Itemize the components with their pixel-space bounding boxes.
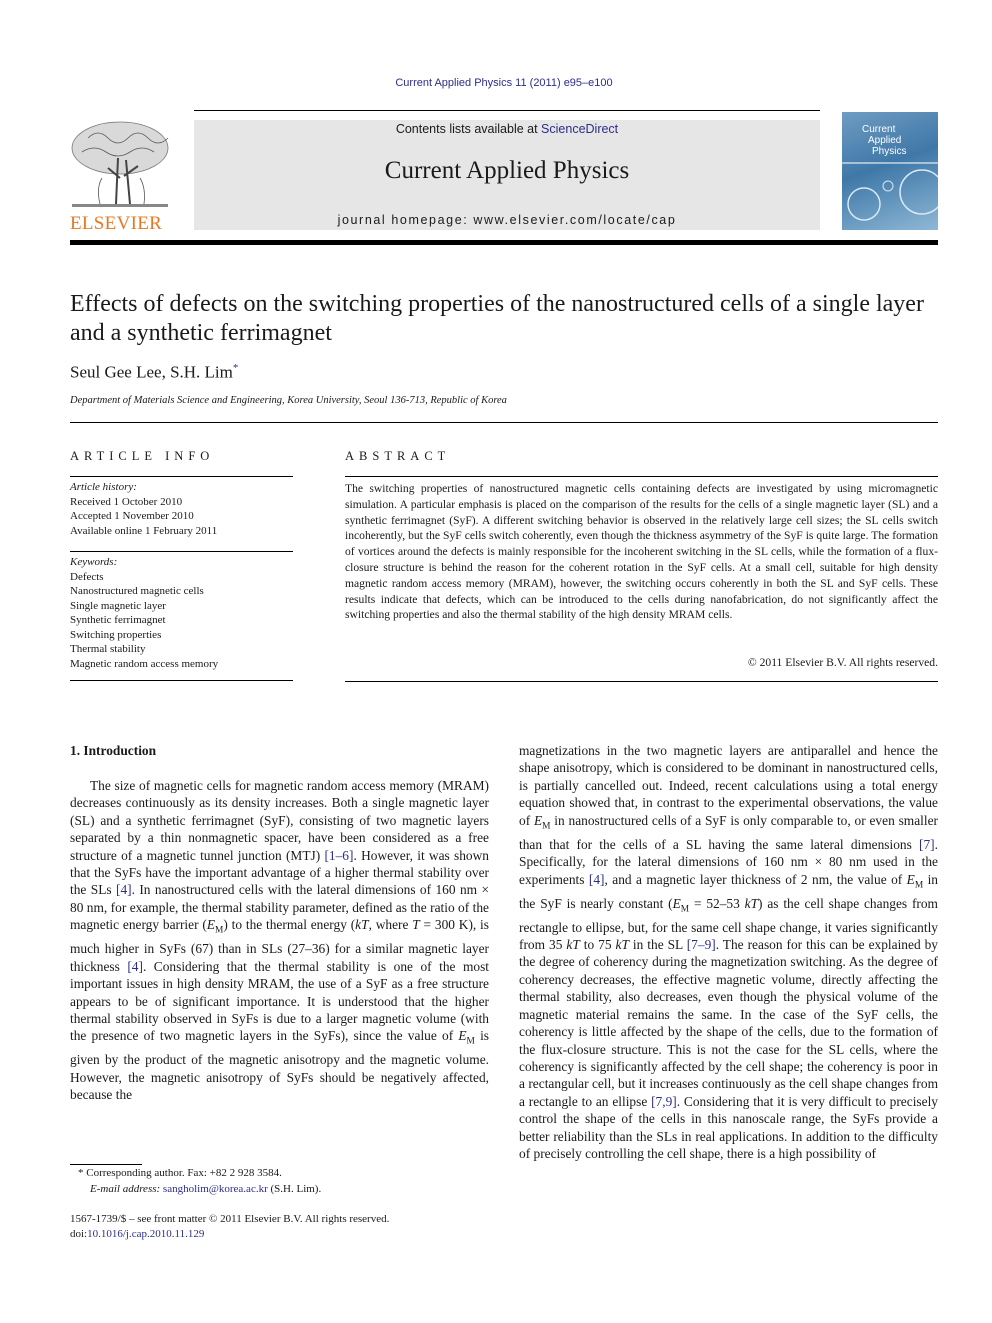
article-info-heading: ARTICLE INFO (70, 449, 215, 463)
body-column-right: magnetizations in the two magnetic layer… (519, 743, 939, 1161)
corresponding-author-mark[interactable]: * (233, 362, 239, 374)
divider (70, 422, 938, 423)
divider (345, 681, 938, 682)
homepage-line: journal homepage: www.elsevier.com/locat… (194, 213, 820, 227)
keyword: Synthetic ferrimagnet (70, 614, 166, 626)
keyword: Defects (70, 570, 104, 583)
divider (345, 476, 938, 477)
affiliation: Department of Materials Science and Engi… (70, 395, 507, 406)
contents-prefix: Contents lists available at (395, 122, 542, 136)
citation-link[interactable]: [4] (116, 882, 132, 897)
citation-link[interactable]: [7] (919, 837, 935, 852)
math-symbol: kT (566, 937, 580, 953)
abstract-copyright: © 2011 Elsevier B.V. All rights reserved… (747, 656, 938, 669)
citation-link[interactable]: [1–6] (324, 848, 353, 863)
sciencedirect-link[interactable]: ScienceDirect (541, 122, 618, 136)
math-symbol: EM (906, 871, 924, 891)
history-item: Accepted 1 November 2010 (70, 510, 194, 522)
math-symbol: EM (533, 812, 551, 832)
issn-line: 1567-1739/$ – see front matter © 2011 El… (70, 1213, 390, 1225)
section-heading: 1. Introduction (70, 743, 157, 758)
running-head[interactable]: Current Applied Physics 11 (2011) e95–e1… (0, 77, 992, 89)
author-list: Seul Gee Lee, S.H. Lim* (70, 362, 238, 383)
keywords-list: Keywords: Defects Nanostructured magneti… (70, 555, 300, 671)
email-link[interactable]: sangholim@korea.ac.kr (163, 1183, 268, 1195)
math-symbol: EM (206, 917, 224, 936)
keyword: Nanostructured magnetic cells (70, 585, 204, 597)
journal-cover-image[interactable]: Current Applied Physics (842, 112, 938, 230)
citation-link[interactable]: [7,9] (651, 1094, 677, 1109)
front-matter: 1567-1739/$ – see front matter © 2011 El… (70, 1212, 510, 1242)
divider (70, 476, 293, 477)
homepage-link[interactable]: www.elsevier.com/locate/cap (473, 213, 676, 227)
math-symbol: EM (458, 1028, 475, 1048)
citation-link[interactable]: [4] (589, 872, 605, 887)
keyword: Thermal stability (70, 643, 146, 655)
email-suffix: (S.H. Lim). (270, 1183, 322, 1195)
body-column-left: The size of magnetic cells for magnetic … (70, 778, 490, 1103)
doi-link[interactable]: 10.1016/j.cap.2010.11.129 (87, 1228, 204, 1240)
keyword: Switching properties (70, 628, 162, 641)
citation-link[interactable]: [4] (127, 959, 143, 974)
journal-title: Current Applied Physics (384, 157, 630, 184)
divider (70, 680, 293, 681)
citation-link[interactable]: [7–9] (687, 937, 716, 952)
footnote: * Corresponding author. Fax: +82 2 928 3… (70, 1165, 490, 1197)
math-symbol: T (412, 917, 420, 933)
history-item: Available online 1 February 2011 (70, 524, 218, 537)
math-symbol: kT (615, 937, 629, 953)
doi-label: doi: (70, 1228, 88, 1240)
abstract-heading: ABSTRACT (345, 449, 451, 463)
article-history: Article history: Received 1 October 2010… (70, 480, 300, 538)
header-thick-rule (70, 240, 938, 245)
math-symbol: kT (355, 917, 369, 933)
tree-icon (71, 121, 169, 207)
math-symbol: kT (744, 895, 759, 911)
history-item: Received 1 October 2010 (70, 495, 183, 508)
elsevier-wordmark: ELSEVIER (70, 213, 163, 234)
divider (70, 551, 293, 552)
bubbles-icon (842, 162, 938, 221)
keywords-label: Keywords: (70, 556, 118, 568)
corresponding-author-note: Corresponding author. Fax: +82 2 928 358… (86, 1167, 282, 1179)
history-label: Article history: (70, 481, 137, 493)
homepage-prefix: journal homepage: (337, 213, 474, 227)
math-symbol: EM (672, 895, 690, 915)
keyword: Magnetic random access memory (70, 657, 219, 670)
top-rule (194, 110, 820, 111)
authors: Seul Gee Lee, S.H. Lim (70, 362, 233, 382)
article-title: Effects of defects on the switching prop… (70, 291, 924, 346)
abstract-text: The switching properties of nanostructur… (345, 482, 938, 622)
footnote-mark: * (78, 1167, 84, 1179)
email-label: E-mail address: (90, 1183, 161, 1195)
keyword: Single magnetic layer (70, 599, 166, 612)
contents-line: Contents lists available at ScienceDirec… (194, 122, 820, 136)
